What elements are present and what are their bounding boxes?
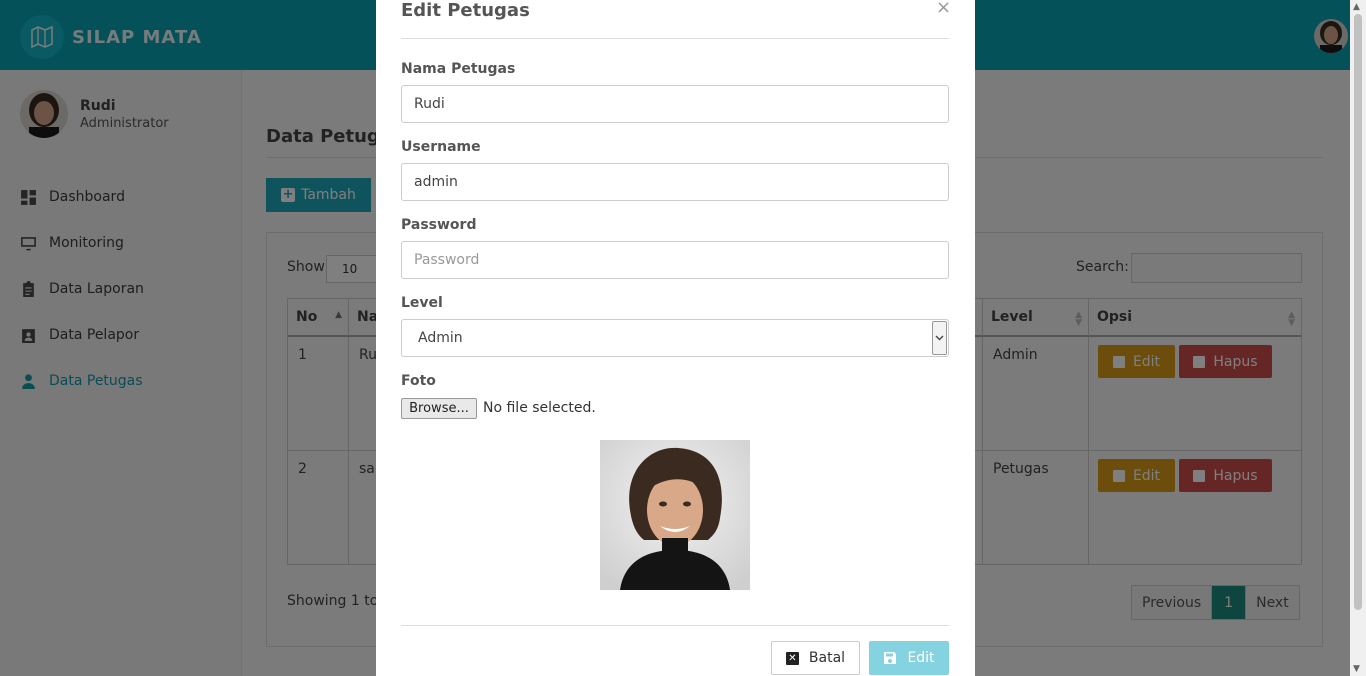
nama-petugas-label: Nama Petugas	[401, 61, 516, 77]
close-box-icon: ✕	[785, 651, 799, 665]
level-label: Level	[401, 295, 443, 311]
username-label: Username	[401, 139, 481, 155]
browse-file-button[interactable]: Browse...	[401, 398, 477, 419]
scrollbar-thumb[interactable]	[1354, 14, 1362, 610]
scroll-up-icon[interactable]: ▲	[1353, 2, 1360, 12]
nama-petugas-input[interactable]	[401, 85, 949, 123]
close-icon[interactable]: ×	[936, 0, 951, 18]
password-label: Password	[401, 217, 477, 233]
chevron-down-icon[interactable]	[932, 321, 947, 355]
password-input[interactable]	[401, 241, 949, 279]
edit-petugas-modal: Edit Petugas × Nama Petugas Username Pas…	[376, 0, 975, 676]
level-selected-value: Admin	[418, 330, 463, 346]
foto-label: Foto	[401, 373, 436, 389]
modal-title: Edit Petugas	[401, 0, 530, 21]
level-select[interactable]: Admin	[401, 319, 949, 357]
modal-footer-divider	[401, 625, 949, 626]
profile-photo	[600, 440, 750, 590]
vertical-scrollbar[interactable]: ▲ ▼	[1350, 0, 1366, 676]
modal-header-divider	[401, 38, 949, 39]
scroll-down-icon[interactable]: ▼	[1353, 664, 1360, 674]
username-input[interactable]	[401, 163, 949, 201]
cancel-button[interactable]: ✕ Batal	[771, 641, 860, 675]
file-status-text: No file selected.	[483, 400, 596, 416]
save-icon	[884, 652, 897, 664]
submit-edit-button[interactable]: Edit	[869, 641, 949, 675]
